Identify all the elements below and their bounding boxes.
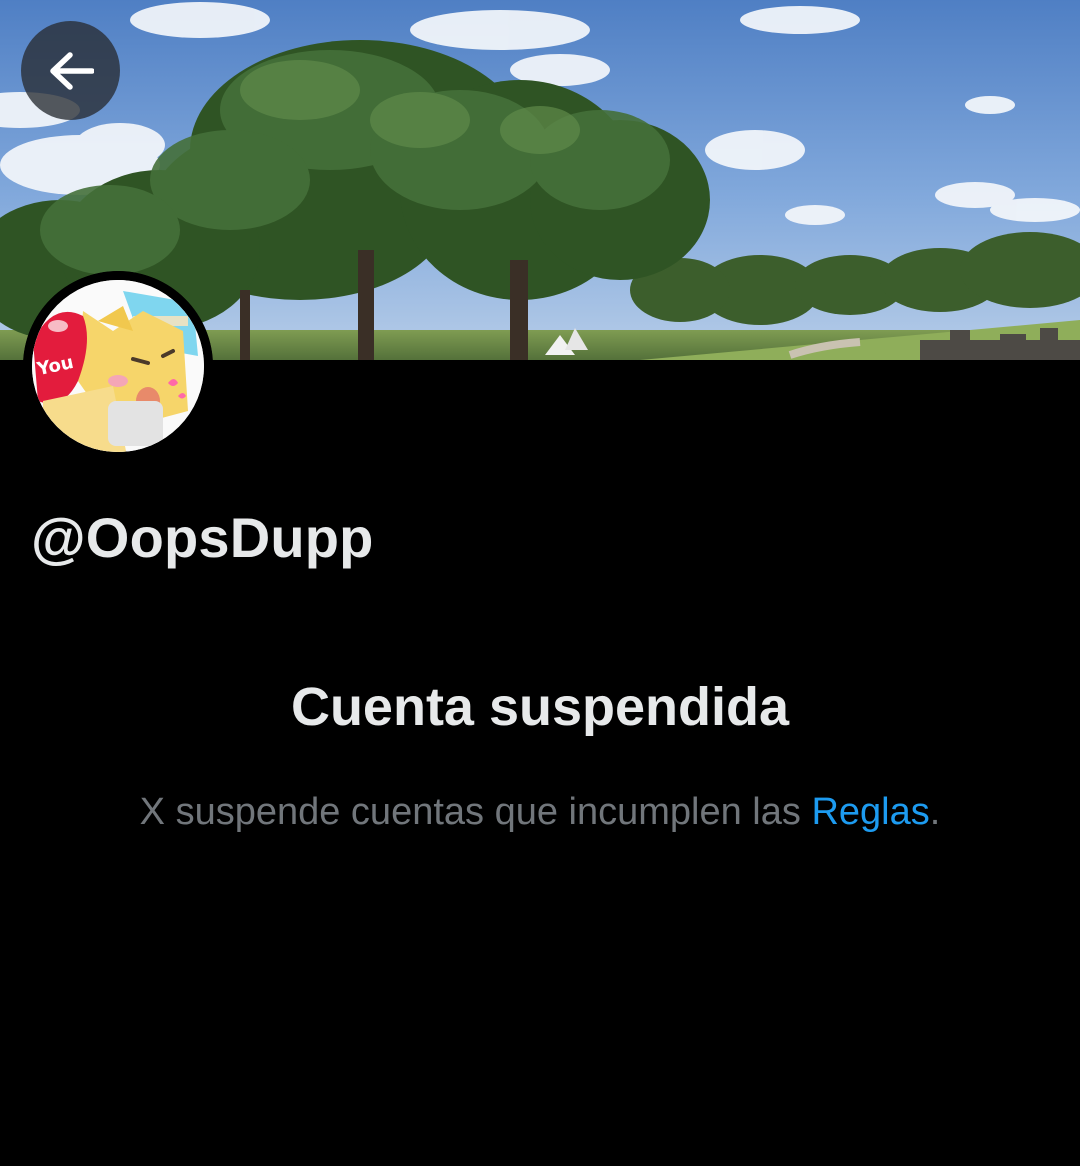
back-button[interactable] — [21, 21, 120, 120]
suspended-message-period: . — [929, 791, 941, 833]
rules-link[interactable]: Reglas — [811, 791, 929, 833]
suspended-message-text: X suspende cuentas que incumplen las — [139, 791, 812, 833]
suspended-message: X suspende cuentas que incumplen las Reg… — [0, 791, 1080, 834]
arrow-left-icon — [49, 51, 94, 90]
profile-handle: @OopsDupp — [31, 506, 374, 569]
profile-page: You @OopsDupp Cuenta suspendida X suspen… — [0, 0, 1080, 1166]
suspended-title: Cuenta suspendida — [290, 677, 790, 737]
avatar[interactable]: You — [23, 271, 213, 461]
